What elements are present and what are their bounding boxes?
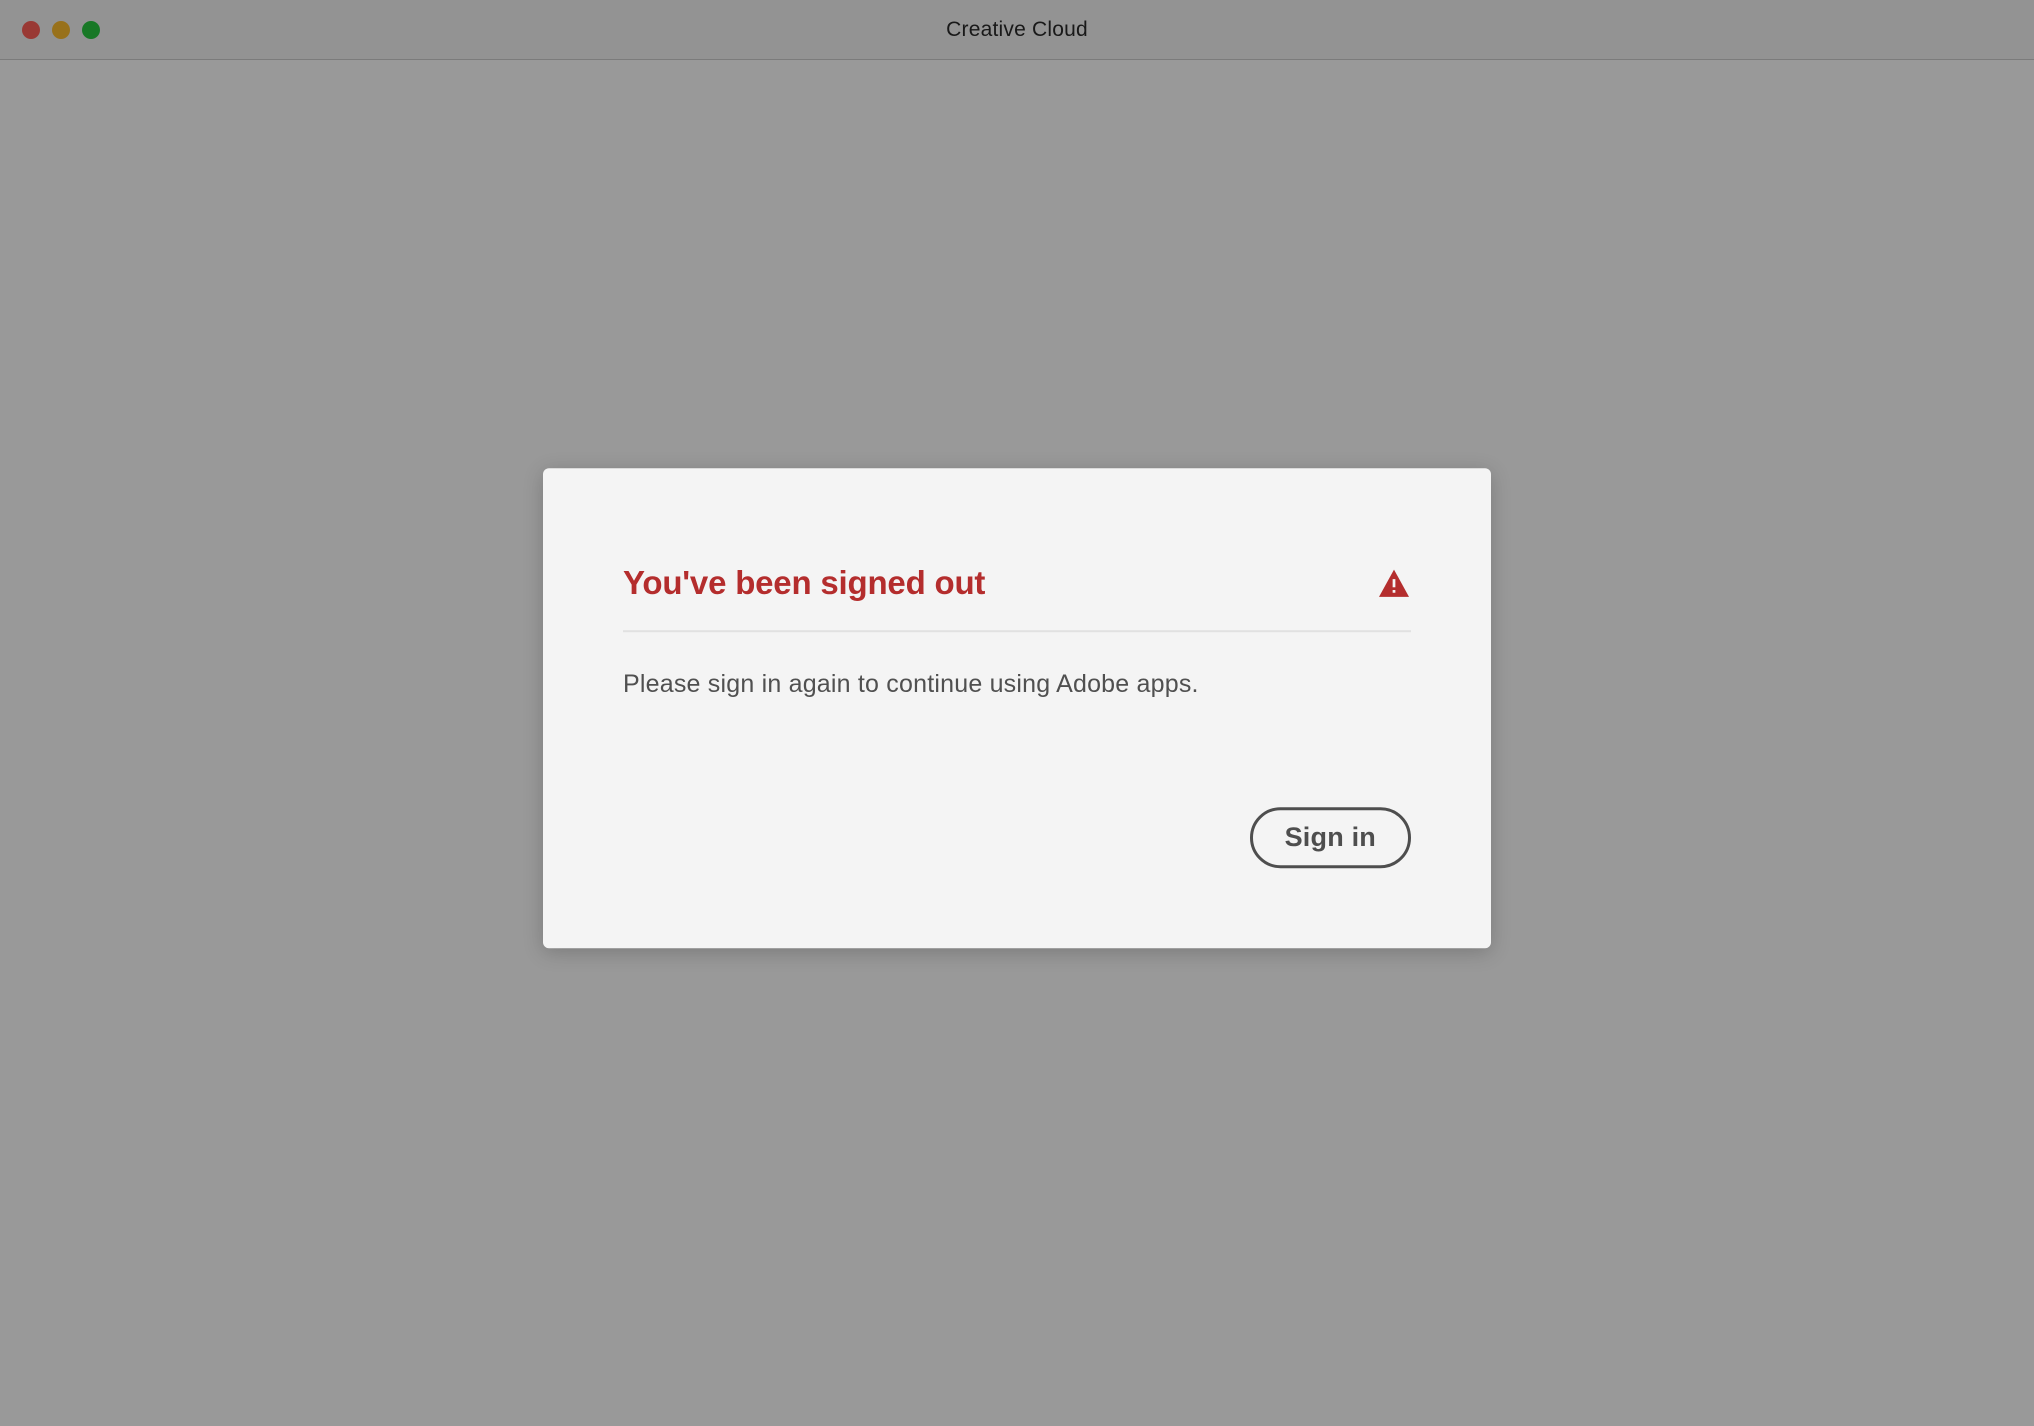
alert-triangle-icon <box>1377 568 1411 598</box>
signed-out-modal: You've been signed out Please sign in ag… <box>543 468 1491 948</box>
modal-title: You've been signed out <box>623 564 985 602</box>
modal-body-text: Please sign in again to continue using A… <box>623 632 1411 699</box>
sign-in-button[interactable]: Sign in <box>1250 807 1411 868</box>
modal-header: You've been signed out <box>623 564 1411 632</box>
modal-footer: Sign in <box>623 807 1411 868</box>
